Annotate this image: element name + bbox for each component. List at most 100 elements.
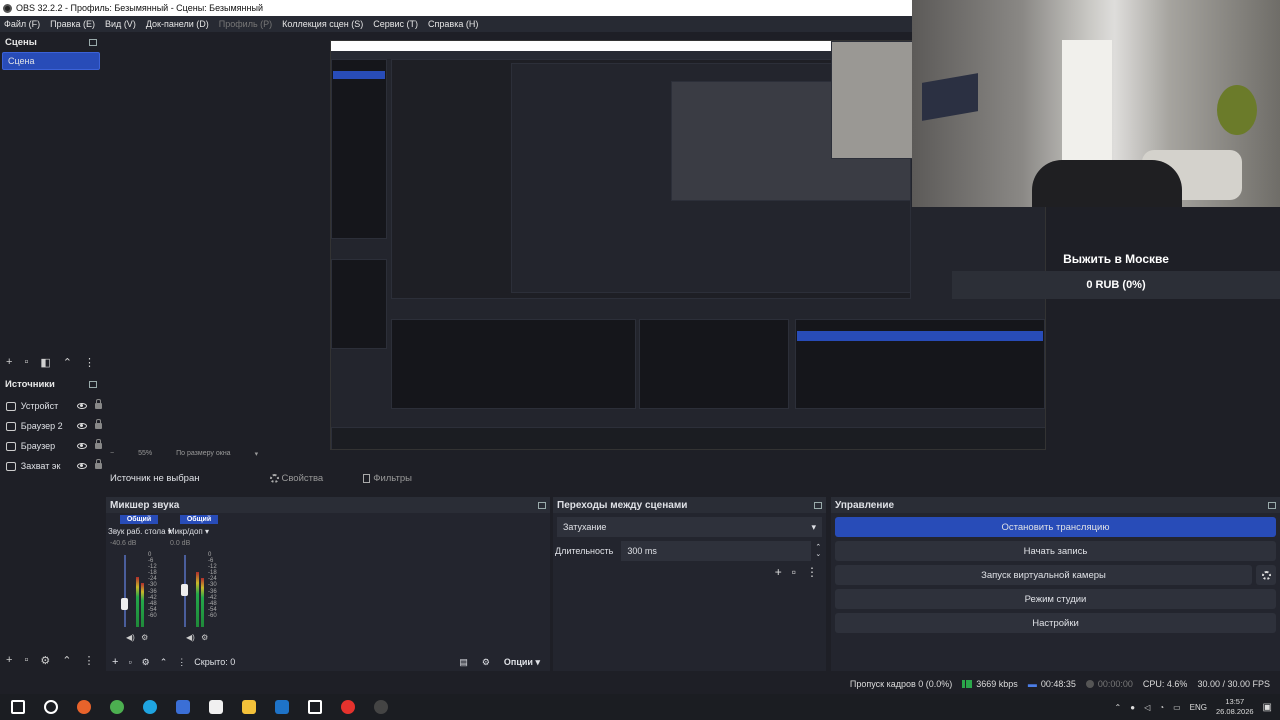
zoom-level[interactable]: 55% [138, 450, 152, 458]
eye-icon[interactable] [77, 423, 88, 429]
menu-item[interactable]: Файл (F) [4, 19, 40, 29]
menu-item[interactable]: Сервис (T) [373, 19, 418, 29]
menu-item[interactable]: Коллекция сцен (S) [282, 19, 363, 29]
channel-gear-icon[interactable]: ⚙ [141, 633, 148, 642]
notification-icon[interactable]: ▣ [1263, 702, 1272, 713]
more-icon[interactable]: ⋮ [84, 356, 95, 369]
search-icon[interactable] [43, 700, 58, 714]
volume-fader-track[interactable] [124, 555, 126, 627]
gear-icon[interactable]: ⚙ [142, 657, 150, 668]
stop-stream-button[interactable]: Остановить трансляцию [835, 517, 1276, 537]
eye-icon[interactable] [77, 403, 88, 409]
channel-tag: Общий [120, 515, 158, 524]
stepper-icon[interactable]: ⌃ ⌄ [815, 544, 821, 558]
volume-fader-knob[interactable] [121, 598, 128, 611]
float-dock-icon[interactable] [89, 380, 97, 388]
move-up-icon[interactable]: ⌃ [62, 654, 71, 667]
source-item[interactable]: Браузер [0, 436, 102, 456]
eye-icon[interactable] [77, 443, 88, 449]
virtual-cam-button[interactable]: Запуск виртуальной камеры [835, 565, 1252, 585]
menu-item[interactable]: Док-панели (D) [146, 19, 209, 29]
float-dock-icon[interactable] [89, 38, 97, 46]
firefox-icon[interactable] [76, 700, 91, 714]
language-indicator[interactable]: ENG [1190, 703, 1207, 712]
remove-source-icon[interactable]: ▫ [24, 654, 28, 666]
folder-icon[interactable] [241, 700, 256, 714]
chrome-icon[interactable] [109, 700, 124, 714]
record-time-group: 00:00:00 [1085, 679, 1133, 689]
preview-canvas[interactable] [102, 34, 1046, 450]
eye-icon[interactable] [77, 463, 88, 469]
move-up-icon[interactable]: ⌃ [63, 356, 72, 369]
menu-item[interactable]: Правка (E) [50, 19, 95, 29]
volume-fader-knob[interactable] [181, 583, 188, 596]
status-bar: Пропуск кадров 0 (0.0%) 3669 kbps ▬ 00:4… [0, 674, 1280, 694]
source-item[interactable]: Захват эк [0, 456, 102, 476]
duration-input[interactable]: 300 ms [621, 541, 812, 561]
start-icon[interactable] [10, 700, 25, 714]
lock-icon[interactable] [95, 419, 102, 429]
float-dock-icon[interactable] [814, 501, 822, 509]
speaker-icon[interactable]: ◀) [126, 633, 135, 642]
filters-scene-icon[interactable]: ◧ [40, 356, 50, 369]
battery-icon[interactable]: ▭ [1173, 703, 1181, 712]
remove-scene-icon[interactable]: ▫ [24, 356, 28, 368]
source-item[interactable]: Браузер 2 [0, 416, 102, 436]
menu-item[interactable]: Профиль (P) [219, 19, 272, 29]
volume-icon[interactable]: ◁ [1144, 703, 1150, 712]
add-source-icon[interactable]: + [6, 654, 12, 666]
studio-mode-button[interactable]: Режим студии [835, 589, 1276, 609]
chevron-down-icon[interactable]: ▾ [255, 450, 259, 458]
scale-tick: -48 [148, 600, 157, 607]
network-icon[interactable]: ◔ [1159, 703, 1164, 712]
zoom-out-icon[interactable]: − [110, 450, 114, 458]
edge-icon[interactable] [142, 700, 157, 714]
lock-icon[interactable] [95, 439, 102, 449]
transition-select[interactable]: Затухание ▾ [557, 517, 822, 537]
trash-icon[interactable]: ▫ [792, 565, 796, 579]
lock-icon[interactable] [95, 399, 102, 409]
add-icon[interactable]: + [112, 656, 118, 668]
transition-tools: + ▫ ⋮ [775, 565, 818, 579]
float-dock-icon[interactable] [538, 501, 546, 509]
sparkle-icon[interactable] [307, 700, 322, 714]
channel-name[interactable]: Звук раб. стола ▾ [108, 527, 172, 536]
store-icon[interactable] [208, 700, 223, 714]
microphone-icon[interactable]: ● [1130, 703, 1135, 712]
controls-title: Управление [835, 499, 895, 511]
obs-icon[interactable] [373, 700, 388, 714]
settings-button[interactable]: Настройки [835, 613, 1276, 633]
clock[interactable]: 13:57 26.08.2026 [1216, 697, 1254, 717]
start-record-button[interactable]: Начать запись [835, 541, 1276, 561]
more-icon[interactable]: ⋮ [806, 565, 818, 579]
zoom-fit-select[interactable]: По размеру окна [176, 450, 230, 458]
more-icon[interactable]: ⋮ [83, 654, 94, 667]
link-icon[interactable]: ⚙ [482, 657, 490, 668]
layout-icon[interactable]: ▤ [459, 657, 468, 668]
outlook-icon[interactable] [274, 700, 289, 714]
menu-item[interactable]: Справка (H) [428, 19, 478, 29]
filters-button[interactable]: Фильтры [363, 473, 412, 484]
mixer-options-button[interactable]: Опции ▾ [504, 657, 540, 668]
float-dock-icon[interactable] [1268, 501, 1276, 509]
lock-icon[interactable] [95, 459, 102, 469]
speaker-icon[interactable]: ◀) [186, 633, 195, 642]
source-properties-icon[interactable]: ⚙ [40, 654, 50, 667]
virtual-cam-settings-button[interactable] [1256, 565, 1276, 585]
save-icon[interactable] [175, 700, 190, 714]
chevron-up-icon[interactable]: ⌃ [1115, 703, 1122, 712]
yandex-icon[interactable] [340, 700, 355, 714]
add-scene-icon[interactable]: + [6, 356, 12, 368]
channel-name[interactable]: Микр/доп ▾ [168, 527, 228, 536]
properties-button[interactable]: Свойства [269, 473, 323, 484]
more-icon[interactable]: ⋮ [177, 657, 186, 668]
channel-gear-icon[interactable]: ⚙ [201, 633, 208, 642]
source-item[interactable]: Устройст [0, 396, 102, 416]
scene-item[interactable]: Сцена [2, 52, 100, 70]
add-transition-icon[interactable]: + [775, 565, 782, 579]
menu-item[interactable]: Вид (V) [105, 19, 136, 29]
move-up-icon[interactable]: ⌃ [160, 657, 168, 668]
trash-icon[interactable]: ▫ [128, 657, 131, 667]
transitions-header: Переходы между сценами [553, 497, 826, 513]
sources-title: Источники [5, 378, 55, 390]
